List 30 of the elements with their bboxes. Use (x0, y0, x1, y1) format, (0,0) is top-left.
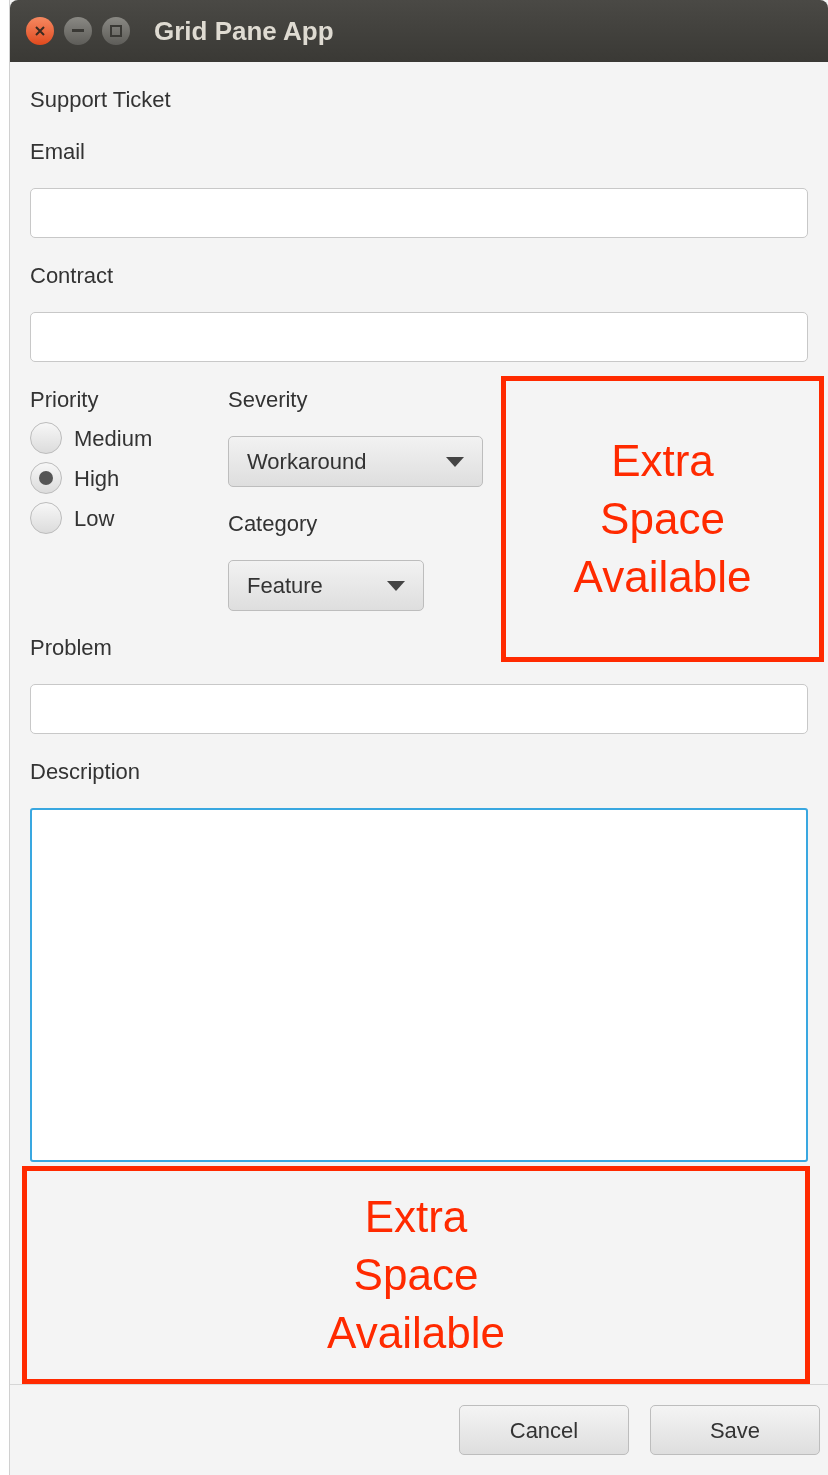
radio-option[interactable]: High (30, 458, 120, 498)
caret-icon (446, 456, 464, 467)
text-field[interactable] (30, 312, 808, 362)
field-label: Email (30, 138, 85, 166)
dropdown[interactable]: Feature (228, 560, 424, 611)
minimize-icon (72, 29, 84, 33)
radio-option[interactable]: Low (30, 498, 115, 538)
field-label: Contract (30, 262, 114, 290)
maximize-button[interactable] (102, 17, 130, 45)
annotation-text: Extra Space Available (573, 435, 752, 603)
annotation-text: Extra Space Available (327, 1191, 505, 1359)
field-label: Category (228, 510, 318, 538)
dialog-button[interactable]: Save (650, 1405, 820, 1455)
field-label: Severity (228, 386, 308, 414)
maximize-icon (110, 25, 122, 37)
text-field[interactable] (30, 684, 808, 734)
text-area[interactable] (30, 808, 808, 1162)
radio-option[interactable]: Medium (30, 418, 153, 458)
field-label: Problem (30, 634, 112, 662)
close-button[interactable] (26, 17, 54, 45)
text-field[interactable] (30, 188, 808, 238)
dialog-button[interactable]: Cancel (459, 1405, 629, 1455)
window-title: Grid Pane App (154, 14, 334, 48)
minimize-button[interactable] (64, 17, 92, 45)
caret-icon (387, 580, 405, 591)
form-heading: Support Ticket (30, 86, 171, 114)
dropdown[interactable]: Workaround (228, 436, 483, 487)
close-icon (34, 25, 46, 37)
field-label: Priority (30, 386, 99, 414)
field-label: Description (30, 758, 141, 786)
